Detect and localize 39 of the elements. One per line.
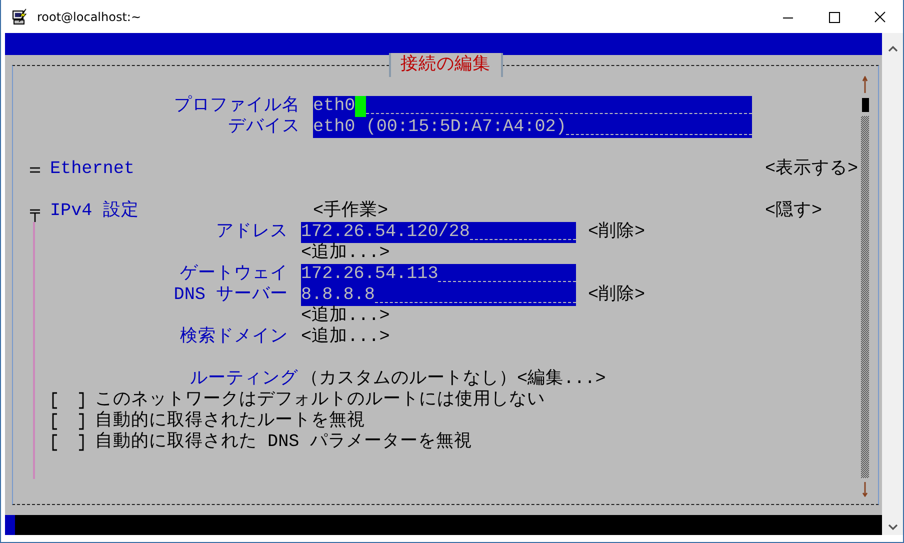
checkbox-label: 自動的に取得された DNS パラメーターを無視 [95,432,472,453]
checkbox-label: 自動的に取得されたルートを無視 [95,411,365,432]
edit-button[interactable]: <編集...> [517,369,606,390]
field-label: アドレス [215,222,289,243]
toggle-button[interactable]: <表示する> [765,159,858,180]
field-label: ゲートウェイ [179,264,289,285]
remove-button[interactable]: <削除> [588,285,646,306]
add-button[interactable]: <追加...> [301,327,390,348]
mode-button[interactable]: <手作業> [313,201,388,222]
scroll-up-icon[interactable] [888,45,898,53]
add-button[interactable]: <追加...> [301,243,390,264]
scroll-thumb [862,98,869,112]
scroll-down-icon [862,481,868,497]
field-label: ルーティング [189,369,299,390]
section-title: IPv4 設定 [50,201,140,222]
app-icon [11,8,29,26]
section-title: Ethernet [50,159,136,180]
add-button[interactable]: <追加...> [301,306,390,327]
input-field[interactable]: eth0 [313,96,752,117]
scroll-up-icon [862,76,868,94]
route-summary: （カスタムのルートなし） [301,369,517,390]
checkbox[interactable] [51,390,85,411]
input-field[interactable]: 172.26.54.120/28 [301,222,576,243]
window-title: root@localhost:~ [37,10,142,24]
field-label: 検索ドメイン [179,327,289,348]
terminal-cursor [5,515,15,535]
dialog-title: 接続の編集 [388,53,503,77]
input-field[interactable]: 172.26.54.113 [301,264,576,285]
scroll-down-icon[interactable] [888,523,898,531]
remove-button[interactable]: <削除> [588,222,646,243]
checkbox[interactable] [51,432,85,453]
input-field[interactable]: eth0 (00:15:5D:A7:A4:02) [313,117,752,138]
field-label: デバイス [227,117,301,138]
checkbox-label: このネットワークはデフォルトのルートには使用しない [95,390,545,410]
input-field[interactable]: 8.8.8.8 [301,285,576,306]
toggle-button[interactable]: <隠す> [765,201,822,222]
checkbox[interactable] [51,411,85,432]
field-label: DNS サーバー [172,285,289,306]
field-label: プロファイル名 [173,96,301,117]
